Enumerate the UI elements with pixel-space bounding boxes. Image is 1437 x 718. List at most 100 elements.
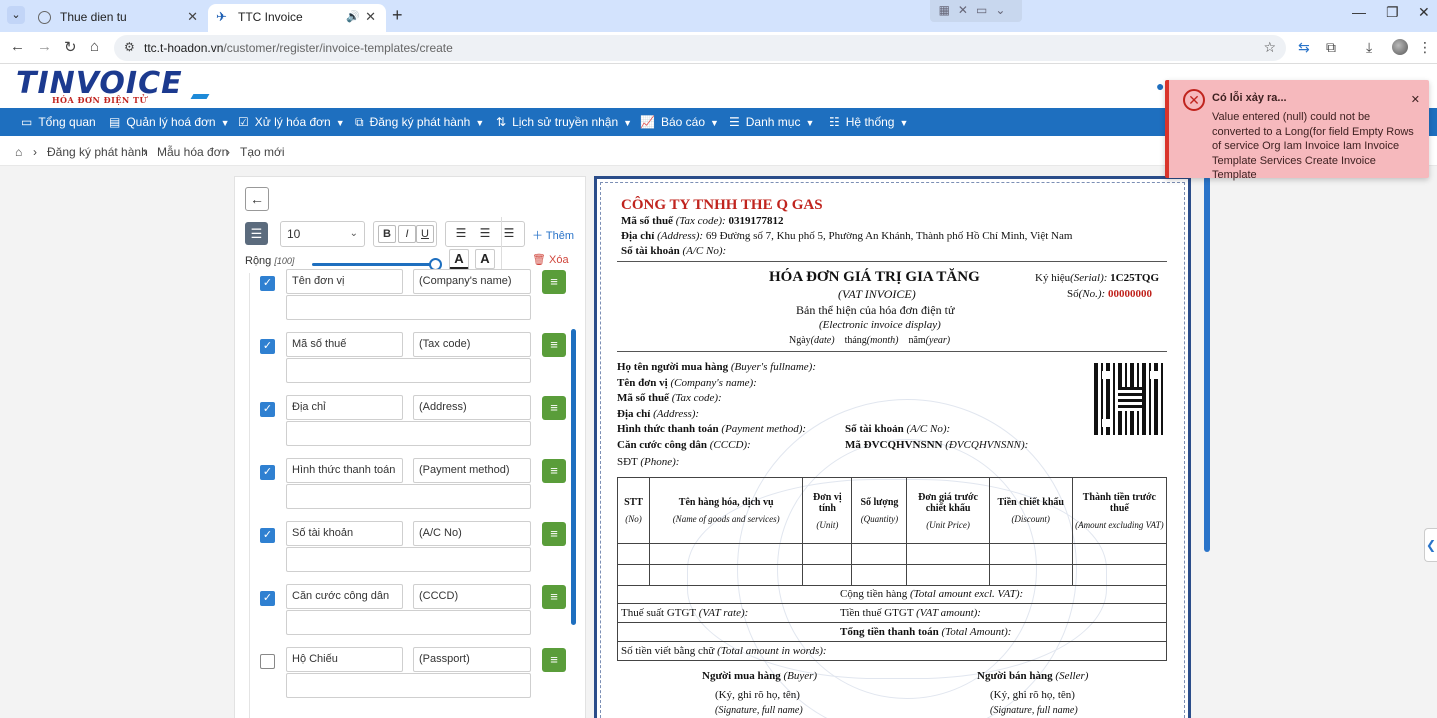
field-checkbox[interactable]: ✓ (260, 591, 275, 606)
add-field-button[interactable]: ＋ Thêm (532, 227, 574, 243)
field-label-en[interactable]: (Company's name) (413, 269, 531, 294)
field-menu-button[interactable]: ≡ (542, 270, 566, 294)
translate-icon[interactable]: ⇆ (1298, 39, 1310, 56)
menu-he-thong[interactable]: ☷ Hệ thống ▼ (829, 108, 908, 136)
close-tab-icon[interactable]: ✕ (187, 4, 198, 30)
field-label-en[interactable]: (Passport) (413, 647, 531, 672)
bell-icon[interactable]: ● (1156, 78, 1164, 94)
restore-icon[interactable]: ❐ (1386, 4, 1399, 21)
minimize-icon[interactable]: — (1352, 4, 1366, 20)
close-tab-icon[interactable]: ✕ (365, 4, 376, 30)
menu-dang-ky-phat-hanh[interactable]: ⧉ Đăng ký phát hành ▼ (355, 108, 484, 136)
audio-icon[interactable]: 🔊 (346, 4, 360, 30)
browser-tab-bar: ⌄ Thue dien tu ✕ ✈ TTC Invoice 🔊 ✕ + ▦✕▭… (0, 0, 1437, 32)
vat-row: Thuế suất GTGT (VAT rate): Tiền thuế GTG… (617, 604, 1167, 623)
site-settings-icon[interactable]: ⚙ (124, 40, 135, 54)
field-value-input[interactable] (286, 358, 531, 383)
field-label-vi[interactable]: Tên đơn vị (286, 269, 403, 294)
field-label-en[interactable]: (Address) (413, 395, 531, 420)
side-panel-toggle[interactable]: ❮ (1424, 528, 1437, 562)
field-label-vi[interactable]: Mã số thuế (286, 332, 403, 357)
breadcrumb-item[interactable]: Đăng ký phát hành (47, 145, 148, 159)
highlight-color-button[interactable]: A (475, 249, 495, 269)
field-label-en[interactable]: (CCCD) (413, 584, 531, 609)
field-menu-button[interactable]: ≡ (542, 585, 566, 609)
browser-tab-ttc-invoice[interactable]: ✈ TTC Invoice 🔊 ✕ (208, 4, 386, 32)
align-justify-icon[interactable]: ☰ (500, 226, 518, 242)
field-label-vi[interactable]: Số tài khoản (286, 521, 403, 546)
column-header-vi: Thành tiền trước thuế (1082, 491, 1156, 514)
menu-lich-su-truyen-nhan[interactable]: ⇅ Lịch sử truyền nhận ▼ (496, 108, 632, 136)
field-menu-button[interactable]: ≡ (542, 648, 566, 672)
table-row (616, 564, 1168, 586)
back-icon[interactable]: ← (10, 38, 25, 55)
trash-icon: 🗑 (532, 254, 550, 266)
menu-bao-cao[interactable]: 📈 Báo cáo ▼ (640, 108, 719, 136)
chart-icon: 📈 (640, 115, 655, 129)
field-value-input[interactable] (286, 421, 531, 446)
back-button[interactable]: ← (245, 187, 269, 211)
kebab-menu-icon[interactable]: ⋮ (1418, 39, 1432, 56)
field-checkbox[interactable]: ✓ (260, 465, 275, 480)
menu-quan-ly-hoa-don[interactable]: ▤ Quản lý hoá đơn ▼ (109, 108, 230, 136)
field-value-input[interactable] (286, 673, 531, 698)
field-menu-button[interactable]: ≡ (542, 333, 566, 357)
field-label-vi[interactable]: Hộ Chiếu (286, 647, 403, 672)
menu-danh-muc[interactable]: ☰ Danh mục ▼ (729, 108, 814, 136)
download-icon[interactable]: ⤓ (1366, 39, 1372, 56)
width-slider-track[interactable] (312, 263, 435, 266)
field-value-input[interactable] (286, 610, 531, 635)
panel-scrollbar[interactable] (571, 329, 576, 625)
window-snap-controls[interactable]: ▦✕▭⌄ (930, 0, 1022, 22)
align-right-icon[interactable]: ☰ (476, 226, 494, 242)
field-checkbox[interactable]: ✓ (260, 528, 275, 543)
label: Hình thức thanh toán (617, 423, 719, 435)
field-menu-button[interactable]: ≡ (542, 396, 566, 420)
field-checkbox[interactable]: ✓ (260, 402, 275, 417)
field-label-vi[interactable]: Căn cước công dân (286, 584, 403, 609)
field-menu-button[interactable]: ≡ (542, 522, 566, 546)
field-label-vi[interactable]: Địa chỉ (286, 395, 403, 420)
field-value-input[interactable] (286, 295, 531, 320)
field-value-input[interactable] (286, 484, 531, 509)
field-label-en[interactable]: (Tax code) (413, 332, 531, 357)
menu-xu-ly-hoa-don[interactable]: ☑ Xử lý hóa đơn ▼ (238, 108, 345, 136)
forward-icon[interactable]: → (37, 38, 52, 55)
bookmark-star-icon[interactable]: ☆ (1263, 39, 1276, 56)
field-checkbox[interactable]: ✓ (260, 276, 275, 291)
field-checkbox[interactable]: ✓ (260, 339, 275, 354)
extensions-icon[interactable]: ⧉ (1326, 39, 1336, 56)
field-value-input[interactable] (286, 547, 531, 572)
close-icon[interactable]: ✕ (1411, 93, 1420, 106)
text-color-button[interactable]: A (449, 249, 469, 269)
field-menu-button[interactable]: ≡ (542, 459, 566, 483)
toast-title: Có lỗi xảy ra... (1212, 92, 1287, 104)
italic-button[interactable]: I (398, 225, 416, 243)
align-left-icon[interactable]: ☰ (452, 226, 470, 242)
field-label-vi[interactable]: Hình thức thanh toán (286, 458, 403, 483)
browser-tab-thue-dien-tu[interactable]: Thue dien tu ✕ (30, 4, 208, 32)
tinvoice-logo[interactable]: TINVOICE HÓA ĐƠN ĐIỆN TỬ (16, 66, 210, 106)
home-icon[interactable]: ⌂ (90, 38, 99, 55)
tab-search-button[interactable]: ⌄ (7, 6, 25, 24)
list-view-button[interactable]: ☰ (245, 222, 268, 245)
close-window-icon[interactable]: ✕ (1418, 4, 1430, 21)
new-tab-button[interactable]: + (392, 5, 403, 26)
field-checkbox[interactable] (260, 654, 275, 669)
underline-button[interactable]: U (416, 225, 434, 243)
chevron-down-icon: ▼ (335, 118, 345, 128)
menu-tong-quan[interactable]: ▭ Tổng quan (21, 108, 96, 136)
reload-icon[interactable]: ↻ (64, 38, 77, 56)
year-label: năm (908, 335, 926, 346)
words-label: Số tiền viết bằng chữ (Total amount in w… (621, 645, 827, 657)
font-size-select[interactable]: 10 ⌄ (280, 221, 365, 247)
preview-scrollbar[interactable] (1204, 176, 1210, 552)
delete-field-button[interactable]: 🗑 Xóa (532, 253, 569, 266)
profile-avatar[interactable] (1392, 39, 1408, 55)
field-label-en[interactable]: (Payment method) (413, 458, 531, 483)
address-bar[interactable]: ⚙ ttc.t-hoadon.vn/customer/register/invo… (114, 35, 1286, 61)
field-label-en[interactable]: (A/C No) (413, 521, 531, 546)
bold-button[interactable]: B (378, 225, 396, 243)
breadcrumb-item[interactable]: Mẫu hóa đơn (157, 145, 228, 159)
home-icon[interactable]: ⌂ (15, 145, 22, 159)
